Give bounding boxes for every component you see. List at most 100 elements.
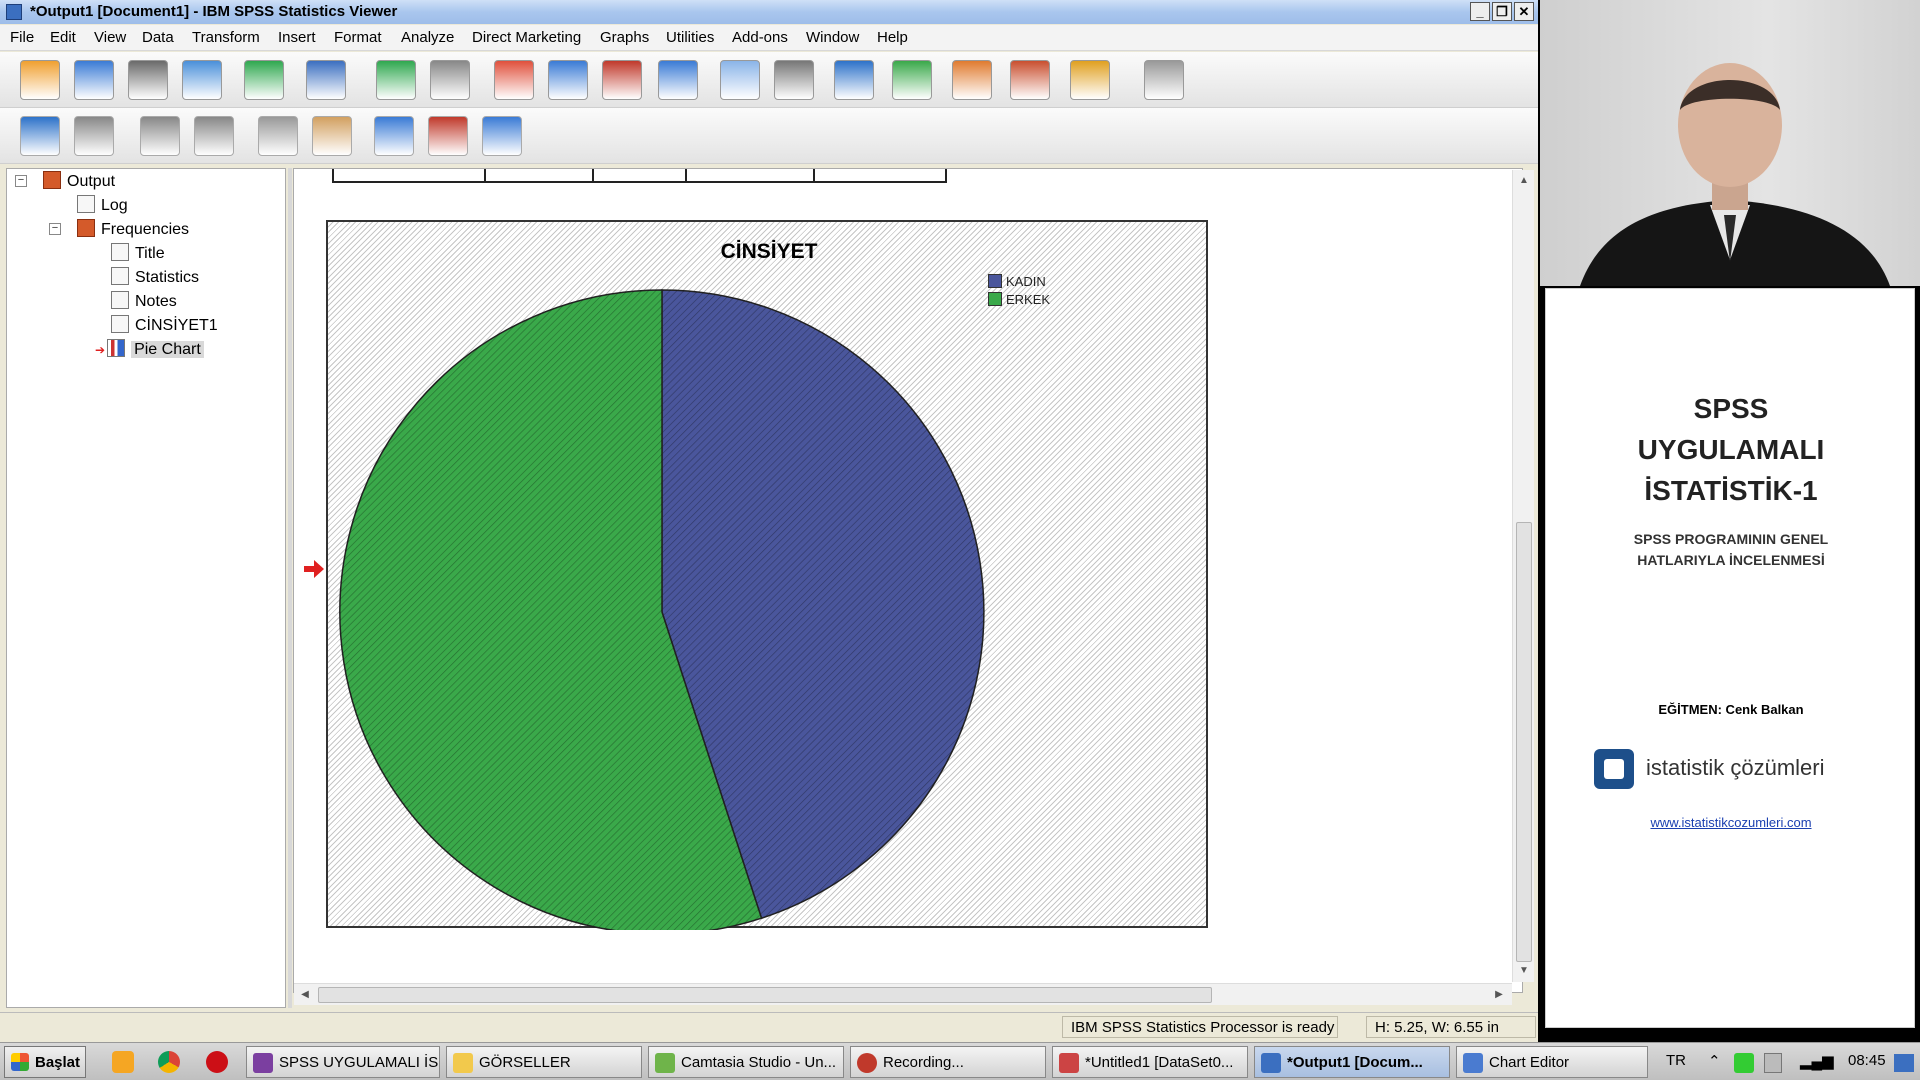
task-recording[interactable]: Recording... — [850, 1046, 1046, 1078]
device-tray-icon[interactable] — [1764, 1053, 1782, 1073]
collapse-frequencies-toggle[interactable]: − — [49, 223, 61, 235]
task-label: Chart Editor — [1489, 1054, 1570, 1071]
webcam-overlay — [1540, 0, 1920, 286]
back-icon[interactable] — [20, 116, 60, 156]
menu-file[interactable]: File — [10, 29, 34, 46]
legend-item-kadin: KADIN — [988, 274, 1050, 292]
vertical-scroll-thumb[interactable] — [1516, 522, 1532, 962]
undo-icon[interactable] — [376, 60, 416, 100]
vertical-scrollbar[interactable]: ▲ ▼ — [1512, 170, 1534, 982]
language-indicator[interactable]: TR — [1666, 1052, 1686, 1069]
menu-edit[interactable]: Edit — [50, 29, 76, 46]
task-spss-uygulamali[interactable]: SPSS UYGULAMALI İS... — [246, 1046, 440, 1078]
tree-node-frequencies[interactable]: Frequencies — [77, 219, 189, 241]
close-button[interactable]: ✕ — [1514, 2, 1534, 21]
show-icon[interactable] — [258, 116, 298, 156]
hide-icon[interactable] — [312, 116, 352, 156]
tree-node-log[interactable]: Log — [77, 195, 128, 217]
menu-direct-marketing[interactable]: Direct Marketing — [472, 29, 581, 46]
horizontal-scrollbar[interactable]: ◀ ▶ — [294, 983, 1512, 1005]
menu-add-ons[interactable]: Add-ons — [732, 29, 788, 46]
task-output1[interactable]: *Output1 [Docum... — [1254, 1046, 1450, 1078]
tree-node-cinsiyet1[interactable]: CİNSİYET1 — [111, 315, 218, 337]
tree-node-output[interactable]: Output — [43, 171, 115, 193]
scroll-up-icon[interactable]: ▲ — [1515, 172, 1533, 190]
notes-icon — [111, 291, 129, 309]
menu-bar: File Edit View Data Transform Insert For… — [0, 25, 1538, 51]
menu-format[interactable]: Format — [334, 29, 382, 46]
opera-icon[interactable] — [206, 1051, 228, 1073]
outline-pane[interactable]: − Output Log − Frequencies Title Statist… — [6, 168, 286, 1008]
task-gorseller[interactable]: GÖRSELLER — [446, 1046, 642, 1078]
export-icon[interactable] — [244, 60, 284, 100]
goto-variable-icon[interactable] — [602, 60, 642, 100]
frequency-table-bottom-edge — [332, 169, 947, 183]
goto-data-icon[interactable] — [494, 60, 534, 100]
variables-icon[interactable] — [658, 60, 698, 100]
disabled-icon[interactable] — [1144, 60, 1184, 100]
horizontal-scroll-thumb[interactable] — [318, 987, 1212, 1003]
slide-url-link[interactable]: www.istatistikcozumleri.com — [1546, 815, 1916, 830]
task-untitled1-dataset[interactable]: *Untitled1 [DataSet0... — [1052, 1046, 1248, 1078]
tree-node-pie-chart[interactable]: ➔ Pie Chart — [95, 339, 204, 361]
task-label: *Untitled1 [DataSet0... — [1085, 1054, 1234, 1071]
scroll-down-icon[interactable]: ▼ — [1515, 962, 1533, 980]
show-desktop-icon[interactable] — [1894, 1054, 1914, 1072]
menu-insert[interactable]: Insert — [278, 29, 316, 46]
media-player-icon[interactable] — [112, 1051, 134, 1073]
task-label: *Output1 [Docum... — [1287, 1054, 1423, 1071]
tree-node-notes[interactable]: Notes — [111, 291, 177, 313]
show-all-variables-icon[interactable] — [774, 60, 814, 100]
run-script-icon[interactable] — [1070, 60, 1110, 100]
task-camtasia[interactable]: Camtasia Studio - Un... — [648, 1046, 844, 1078]
slide-title-line-1: SPSS — [1693, 393, 1769, 424]
goto-case-icon[interactable] — [548, 60, 588, 100]
chrome-icon[interactable] — [158, 1051, 180, 1073]
collapse-output-toggle[interactable]: − — [15, 175, 27, 187]
tree-node-label: Title — [135, 245, 165, 262]
network-tray-icon[interactable] — [1734, 1053, 1754, 1073]
restore-button[interactable]: ❐ — [1492, 2, 1512, 21]
clock[interactable]: 08:45 — [1848, 1052, 1886, 1069]
use-sets-icon[interactable] — [720, 60, 760, 100]
forward-icon[interactable] — [74, 116, 114, 156]
tree-node-statistics[interactable]: Statistics — [111, 267, 199, 289]
script-icon[interactable] — [1010, 60, 1050, 100]
open-icon[interactable] — [20, 60, 60, 100]
insert-text-icon[interactable] — [482, 116, 522, 156]
folder-icon — [453, 1053, 473, 1073]
expand-icon[interactable] — [140, 116, 180, 156]
collapse-icon[interactable] — [194, 116, 234, 156]
insert-title-icon[interactable] — [428, 116, 468, 156]
insert-heading-icon[interactable] — [374, 116, 414, 156]
pane-splitter[interactable] — [288, 168, 292, 1008]
menu-window[interactable]: Window — [806, 29, 859, 46]
save-icon[interactable] — [74, 60, 114, 100]
output-content-pane[interactable]: CİNSİYET KADIN ERKEK — [293, 168, 1523, 993]
start-button[interactable]: Başlat — [4, 1046, 86, 1078]
redo-icon[interactable] — [430, 60, 470, 100]
tree-node-title[interactable]: Title — [111, 243, 165, 265]
menu-analyze[interactable]: Analyze — [401, 29, 454, 46]
tray-expand-icon[interactable]: ⌃ — [1708, 1052, 1721, 1070]
chart-builder-icon[interactable] — [952, 60, 992, 100]
scroll-right-icon[interactable]: ▶ — [1490, 986, 1508, 1004]
menu-transform[interactable]: Transform — [192, 29, 260, 46]
menu-utilities[interactable]: Utilities — [666, 29, 714, 46]
pie-chart[interactable]: CİNSİYET KADIN ERKEK — [326, 220, 1208, 930]
designate-window-icon[interactable] — [834, 60, 874, 100]
window-title: *Output1 [Document1] - IBM SPSS Statisti… — [30, 3, 398, 20]
task-chart-editor[interactable]: Chart Editor — [1456, 1046, 1648, 1078]
signal-tray-icon[interactable]: ▂▄▆ — [1800, 1052, 1834, 1070]
print-preview-icon[interactable] — [182, 60, 222, 100]
minimize-button[interactable]: _ — [1470, 2, 1490, 21]
title-icon — [111, 243, 129, 261]
menu-help[interactable]: Help — [877, 29, 908, 46]
menu-data[interactable]: Data — [142, 29, 174, 46]
scroll-left-icon[interactable]: ◀ — [296, 986, 314, 1004]
menu-view[interactable]: View — [94, 29, 126, 46]
menu-graphs[interactable]: Graphs — [600, 29, 649, 46]
recall-dialog-icon[interactable] — [306, 60, 346, 100]
print-icon[interactable] — [128, 60, 168, 100]
pivot-table-icon[interactable] — [892, 60, 932, 100]
